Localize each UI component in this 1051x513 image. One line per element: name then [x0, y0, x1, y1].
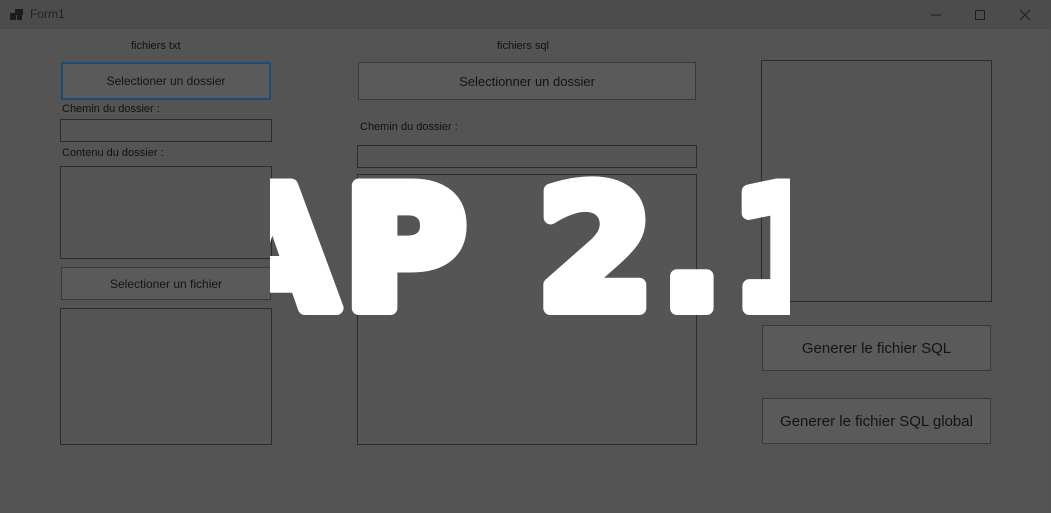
generate-global-sql-button[interactable]: Generer le fichier SQL global [762, 398, 991, 444]
window-title: Form1 [30, 7, 65, 21]
title-bar[interactable]: Form1 [0, 0, 1051, 29]
sql-content-box[interactable] [357, 174, 697, 445]
close-icon [1019, 9, 1031, 21]
txt-folder-path-field[interactable] [60, 119, 272, 142]
close-button[interactable] [1002, 0, 1048, 29]
sql-preview-box[interactable] [761, 60, 992, 302]
select-sql-folder-button[interactable]: Selectionner un dossier [358, 62, 696, 100]
minimize-button[interactable] [913, 0, 959, 29]
select-txt-folder-button[interactable]: Selectioner un dossier [61, 62, 271, 100]
sql-files-header: fichiers sql [497, 40, 549, 52]
txt-folder-content-label: Contenu du dossier : [62, 147, 164, 159]
txt-files-header: fichiers txt [131, 40, 181, 52]
minimize-icon [931, 14, 941, 16]
sql-folder-path-label: Chemin du dossier : [360, 121, 458, 133]
sql-folder-path-field[interactable] [357, 145, 697, 168]
app-window: Form1 fichiers txt Selectioner un dossie… [0, 0, 1051, 513]
maximize-button[interactable] [957, 0, 1003, 29]
txt-folder-content-list[interactable] [60, 166, 272, 259]
txt-folder-path-label: Chemin du dossier : [62, 103, 160, 115]
form-client-area: fichiers txt Selectioner un dossier Chem… [1, 29, 1049, 511]
txt-file-content-box[interactable] [60, 308, 272, 445]
app-icon [10, 9, 23, 20]
maximize-icon [975, 10, 985, 21]
select-txt-file-button[interactable]: Selectioner un fichier [61, 267, 271, 300]
generate-sql-button[interactable]: Generer le fichier SQL [762, 325, 991, 371]
